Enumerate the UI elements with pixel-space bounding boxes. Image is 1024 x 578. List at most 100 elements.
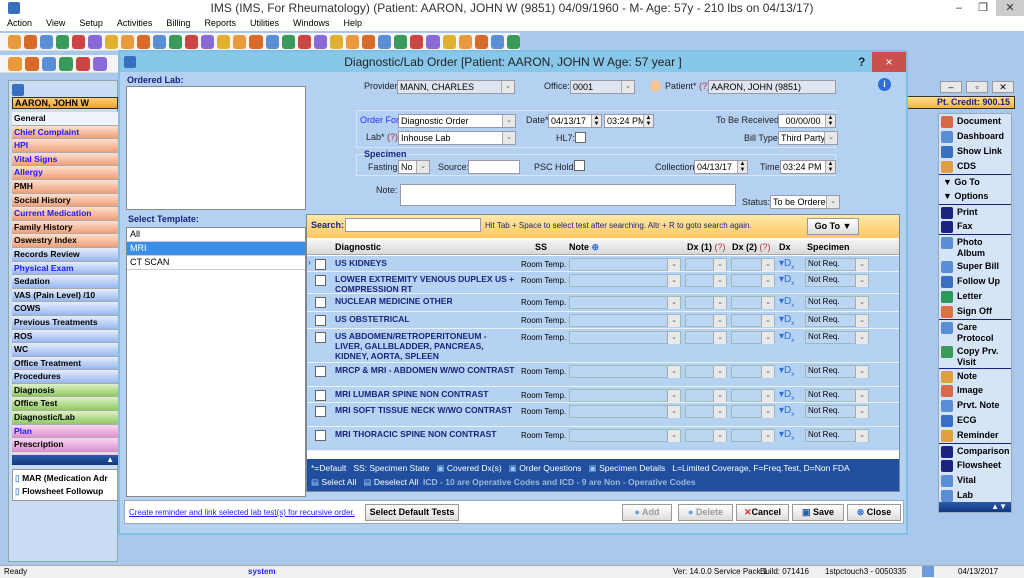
- col-ss[interactable]: SS: [535, 242, 547, 252]
- toolbar-icon[interactable]: [233, 34, 247, 49]
- toolbar-icon[interactable]: [442, 34, 456, 49]
- menu-view[interactable]: View: [39, 16, 72, 31]
- note-select[interactable]: ⌄: [569, 405, 681, 418]
- spinner-icon[interactable]: ▲ ▼: [643, 115, 653, 127]
- action-super-bill[interactable]: Super Bill: [939, 259, 1011, 274]
- toolbar-icon[interactable]: [104, 34, 118, 49]
- action-show-link[interactable]: Show Link: [939, 144, 1011, 159]
- inner-close-button[interactable]: ✕: [992, 81, 1014, 93]
- row-checkbox[interactable]: [315, 390, 326, 401]
- nav-item[interactable]: Diagnostic/Lab: [12, 411, 118, 425]
- nav-item[interactable]: Current Medication: [12, 207, 118, 221]
- time-field[interactable]: 03:24 PM ▲ ▼: [604, 114, 654, 128]
- action---go-to[interactable]: ▼ Go To: [939, 174, 1011, 189]
- dx-lookup-icon[interactable]: ▾Dx: [779, 331, 794, 344]
- table-row[interactable]: US ABDOMEN/RETROPERITONEUM - LIVER, GALL…: [307, 329, 899, 363]
- dx-lookup-icon[interactable]: ▾Dx: [779, 365, 794, 378]
- toolbar-icon[interactable]: [72, 34, 86, 49]
- toolbar-icon[interactable]: [265, 34, 279, 49]
- add-note-icon[interactable]: ⊕: [592, 242, 600, 252]
- col-specimen[interactable]: Specimen: [807, 242, 850, 252]
- toolbar-icon[interactable]: [120, 34, 134, 49]
- collection-time-field[interactable]: 03:24 PM ▲ ▼: [780, 160, 836, 174]
- toolbar-icon[interactable]: [297, 34, 311, 49]
- toolbar-icon[interactable]: [329, 34, 343, 49]
- nav-item[interactable]: Physical Exam: [12, 261, 118, 276]
- toolbar-icon[interactable]: [394, 34, 408, 49]
- dx1-select[interactable]: ⌄: [685, 296, 727, 309]
- dx2-select[interactable]: ⌄: [731, 314, 775, 327]
- action-image[interactable]: Image: [939, 383, 1011, 398]
- row-checkbox[interactable]: [315, 259, 326, 270]
- psc-hold-checkbox[interactable]: [574, 160, 585, 171]
- menu-utilities[interactable]: Utilities: [243, 16, 286, 31]
- dx1-select[interactable]: ⌄: [685, 331, 727, 344]
- table-row[interactable]: MRI THORACIC SPINE NON CONTRAST Room Temp…: [307, 427, 899, 451]
- search-input[interactable]: [345, 218, 481, 232]
- col-dx1[interactable]: Dx (1) (?): [687, 242, 726, 252]
- nav-item[interactable]: Office Test: [12, 397, 118, 412]
- menu-reports[interactable]: Reports: [197, 16, 243, 31]
- menu-windows[interactable]: Windows: [286, 16, 337, 31]
- action-care-protocol[interactable]: Care Protocol: [939, 319, 1011, 344]
- toolbar-icon[interactable]: [506, 34, 520, 49]
- delete-button[interactable]: ● Delete: [678, 504, 733, 521]
- row-checkbox[interactable]: [315, 332, 326, 343]
- toolbar-icon[interactable]: [410, 34, 424, 49]
- menu-setup[interactable]: Setup: [72, 16, 110, 31]
- fasting-select[interactable]: No ⌄: [398, 160, 430, 174]
- note-select[interactable]: ⌄: [569, 296, 681, 309]
- info-icon[interactable]: i: [878, 78, 891, 91]
- nav-item[interactable]: Oswestry Index: [12, 234, 118, 248]
- nav-item[interactable]: Vital Signs: [12, 152, 118, 167]
- menu-activities[interactable]: Activities: [110, 16, 160, 31]
- dx-lookup-icon[interactable]: ▾Dx: [779, 405, 794, 418]
- toolbar-icon[interactable]: [201, 34, 215, 49]
- nav-item[interactable]: Social History: [12, 193, 118, 208]
- action-photo-album[interactable]: Photo Album: [939, 234, 1011, 259]
- nav-item[interactable]: General: [12, 112, 118, 126]
- dialog-close-button[interactable]: ×: [872, 52, 906, 72]
- toolbar-icon[interactable]: [42, 56, 56, 71]
- template-item[interactable]: CT SCAN: [127, 256, 305, 270]
- close-button[interactable]: ⊗ Close: [847, 504, 901, 521]
- action-ecg[interactable]: ECG: [939, 413, 1011, 428]
- dx1-select[interactable]: ⌄: [685, 258, 727, 271]
- col-note[interactable]: Note ⊕: [569, 242, 599, 253]
- toolbar-icon[interactable]: [59, 56, 73, 71]
- reminder-link[interactable]: Create reminder and link selected lab te…: [129, 508, 355, 517]
- toolbar-icon[interactable]: [458, 34, 472, 49]
- action-comparison[interactable]: Comparison: [939, 443, 1011, 458]
- spinner-icon[interactable]: ▲ ▼: [825, 161, 835, 173]
- action-reminder[interactable]: Reminder: [939, 428, 1011, 443]
- note-select[interactable]: ⌄: [569, 365, 681, 378]
- office-select[interactable]: 0001 ⌄: [570, 80, 635, 94]
- table-row[interactable]: LOWER EXTREMITY VENOUS DUPLEX US + COMPR…: [307, 272, 899, 294]
- nav-item[interactable]: HPI: [12, 139, 118, 153]
- minimize-button[interactable]: –: [948, 0, 970, 16]
- menu-action[interactable]: Action: [0, 16, 39, 31]
- toolbar-icon[interactable]: [474, 34, 488, 49]
- toolbar-icon[interactable]: [345, 34, 360, 49]
- table-row[interactable]: MRI SOFT TISSUE NECK W/WO CONTRAST Room T…: [307, 403, 899, 427]
- toolbar-icon[interactable]: [8, 56, 22, 71]
- nav-item[interactable]: VAS (Pain Level) /10: [12, 288, 118, 303]
- nav-item[interactable]: Prescription: [12, 438, 118, 452]
- nav-item[interactable]: Family History: [12, 220, 118, 235]
- inner-minimize-button[interactable]: –: [940, 81, 962, 93]
- row-checkbox[interactable]: [315, 366, 326, 377]
- spinner-icon[interactable]: ▲ ▼: [591, 115, 601, 127]
- toolbar-icon[interactable]: [217, 34, 231, 49]
- dx1-select[interactable]: ⌄: [685, 274, 727, 287]
- toolbar-icon[interactable]: [378, 34, 392, 49]
- restore-button[interactable]: ❐: [972, 0, 994, 16]
- toolbar-icon[interactable]: [93, 56, 107, 71]
- dx1-select[interactable]: ⌄: [685, 429, 727, 442]
- toolbar-icon[interactable]: [281, 34, 295, 49]
- action-copy-prv--visit[interactable]: Copy Prv. Visit: [939, 344, 1011, 368]
- spinner-icon[interactable]: ▲ ▼: [825, 115, 835, 127]
- dx2-select[interactable]: ⌄: [731, 274, 775, 287]
- dx1-select[interactable]: ⌄: [685, 405, 727, 418]
- note-select[interactable]: ⌄: [569, 274, 681, 287]
- action-cds[interactable]: CDS: [939, 159, 1011, 174]
